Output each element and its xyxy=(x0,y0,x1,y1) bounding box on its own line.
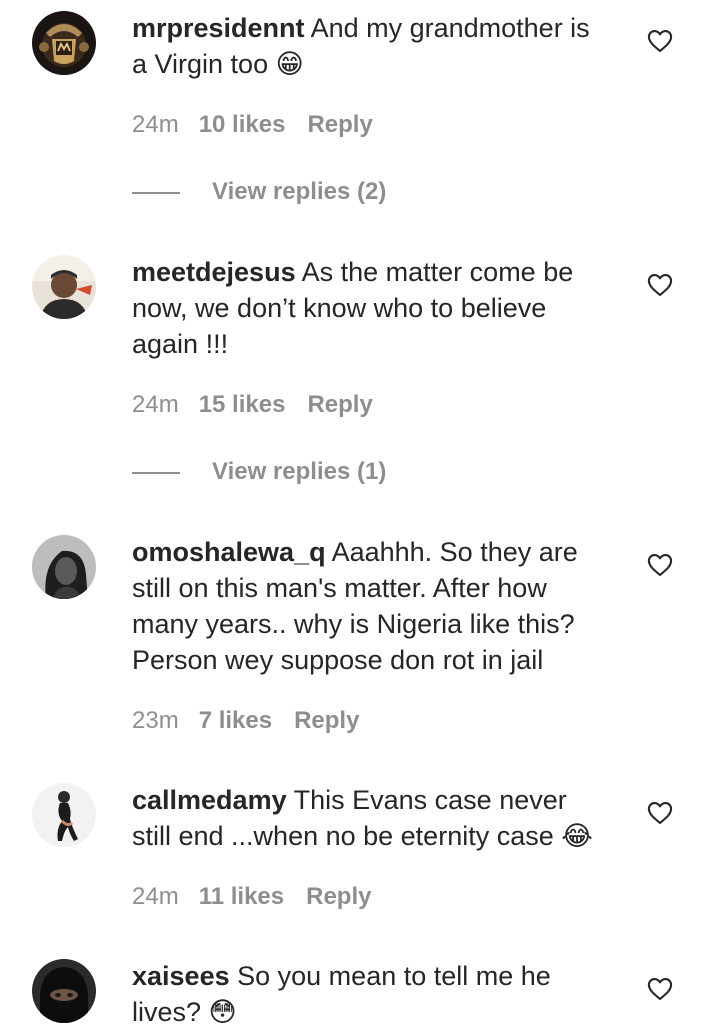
comment-timestamp: 23m xyxy=(132,707,179,734)
avatar[interactable] xyxy=(32,783,96,847)
comment-meta: 24m 15 likes Reply xyxy=(132,390,373,420)
comment-meta: 24m 11 likes Reply xyxy=(132,882,371,912)
comment-text-block: meetdejesus As the matter come be now, w… xyxy=(132,254,612,362)
heart-outline-icon xyxy=(647,802,673,824)
comment-username[interactable]: mrpresidennt xyxy=(132,13,305,43)
reply-button[interactable]: Reply xyxy=(294,706,359,736)
comment-likes[interactable]: 11 likes xyxy=(199,882,284,912)
heart-outline-icon xyxy=(647,978,673,1000)
comment-likes[interactable]: 15 likes xyxy=(199,390,286,420)
comment-likes[interactable]: 7 likes xyxy=(199,706,272,736)
replies-divider xyxy=(132,192,180,194)
comment-timestamp: 24m xyxy=(132,391,179,418)
like-button[interactable] xyxy=(646,551,674,579)
comment-timestamp: 24m xyxy=(132,883,179,910)
avatar[interactable] xyxy=(32,535,96,599)
reply-button[interactable]: Reply xyxy=(306,882,371,912)
like-button[interactable] xyxy=(646,271,674,299)
comment-meta: 23m 7 likes Reply xyxy=(132,706,359,736)
reply-button[interactable]: Reply xyxy=(307,110,372,140)
grinning-emoji: 😁 xyxy=(275,49,304,80)
comment-text-block: xaisees So you mean to tell me he lives?… xyxy=(132,958,612,1031)
like-button[interactable] xyxy=(646,975,674,1003)
like-button[interactable] xyxy=(646,799,674,827)
avatar[interactable] xyxy=(32,255,96,319)
comment-text-block: mrpresidennt And my grandmother is a Vir… xyxy=(132,10,612,83)
heart-outline-icon xyxy=(647,274,673,296)
view-replies-label: View replies (1) xyxy=(212,458,387,485)
like-button[interactable] xyxy=(646,27,674,55)
replies-divider xyxy=(132,472,180,474)
tears-of-joy-emoji: 😂 xyxy=(561,821,593,852)
comment-username[interactable]: omoshalewa_q xyxy=(132,537,326,567)
heart-outline-icon xyxy=(647,30,673,52)
comment-username[interactable]: meetdejesus xyxy=(132,257,296,287)
view-replies-label: View replies (2) xyxy=(212,178,387,205)
avatar[interactable] xyxy=(32,959,96,1023)
reply-button[interactable]: Reply xyxy=(307,390,372,420)
heart-outline-icon xyxy=(647,554,673,576)
avatar[interactable] xyxy=(32,11,96,75)
comment-username[interactable]: callmedamy xyxy=(132,785,287,815)
comment-meta: 24m 10 likes Reply xyxy=(132,110,373,140)
comment-likes[interactable]: 10 likes xyxy=(199,110,286,140)
comment-text-block: omoshalewa_q Aaahhh. So they are still o… xyxy=(132,534,612,678)
comment-text-block: callmedamy This Evans case never still e… xyxy=(132,782,612,855)
flushed-emoji: 😳 xyxy=(208,997,237,1028)
comment-username[interactable]: xaisees xyxy=(132,961,230,991)
comment-timestamp: 24m xyxy=(132,111,179,138)
